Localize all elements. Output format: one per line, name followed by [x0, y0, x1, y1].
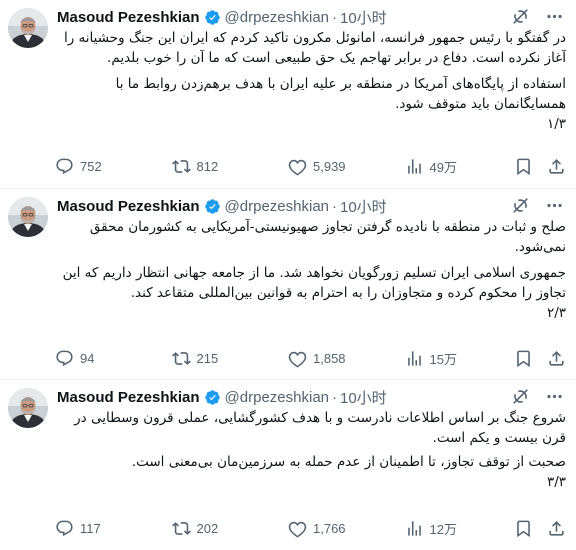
like-count: 5,939: [313, 158, 346, 174]
timestamp[interactable]: 10小时: [340, 387, 387, 408]
tweet-paragraph: صلح و ثبات در منطقه با نادیده گرفتن تجاو…: [89, 219, 566, 255]
views-icon: [405, 349, 424, 368]
reply-icon: [55, 349, 74, 368]
bookmark-icon[interactable]: [514, 349, 533, 368]
repost-icon: [172, 157, 191, 176]
repost-icon: [172, 519, 191, 538]
tweet-header: Masoud Pezeshkian @drpezeshkian · 10小时: [57, 386, 532, 408]
tweet[interactable]: Masoud Pezeshkian @drpezeshkian · 10小时 ص…: [0, 189, 576, 380]
tweet-paragraph: صحبت از توقف تجاوز، تا اطمینان از عدم حم…: [131, 454, 566, 470]
tweet-header: Masoud Pezeshkian @drpezeshkian · 10小时: [57, 6, 532, 28]
tweet[interactable]: Masoud Pezeshkian @drpezeshkian · 10小时 د…: [0, 0, 576, 189]
separator: ·: [332, 197, 337, 215]
reply-button[interactable]: 752: [55, 157, 172, 176]
tweet-text: در گفتگو با رئیس جمهور فرانسه، امانوئل م…: [57, 28, 566, 134]
reply-count: 94: [80, 350, 95, 366]
tweet-text: شروع جنگ بر اساس اطلاعات نادرست و با هدف…: [57, 408, 566, 492]
tweet-paragraph: در گفتگو با رئیس جمهور فرانسه، امانوئل م…: [63, 30, 566, 66]
bookmark-icon[interactable]: [514, 519, 533, 538]
like-icon: [288, 519, 307, 538]
views-count: 49万: [429, 159, 457, 175]
grok-button[interactable]: [508, 193, 532, 217]
timestamp[interactable]: 10小时: [340, 7, 387, 28]
views-button[interactable]: 49万: [405, 157, 515, 176]
separator: ·: [332, 8, 337, 26]
grok-icon: [511, 387, 530, 406]
more-button[interactable]: [542, 193, 566, 217]
repost-icon: [172, 349, 191, 368]
action-bar: 94 215 1,858 15万: [55, 347, 566, 369]
more-icon: [545, 7, 564, 26]
thread-index: ۲/۳: [546, 305, 566, 321]
tweet-paragraph: استفاده از پایگاه‌های آمریکا در منطقه بر…: [115, 76, 566, 112]
more-button[interactable]: [542, 384, 566, 408]
like-icon: [288, 157, 307, 176]
reply-button[interactable]: 94: [55, 349, 172, 368]
more-icon: [545, 387, 564, 406]
views-icon: [405, 519, 424, 538]
author-handle[interactable]: @drpezeshkian: [225, 9, 329, 26]
avatar-image: [8, 388, 48, 428]
grok-icon: [511, 7, 530, 26]
reply-icon: [55, 519, 74, 538]
author-handle[interactable]: @drpezeshkian: [225, 389, 329, 406]
views-button[interactable]: 15万: [405, 349, 515, 368]
share-icon[interactable]: [547, 349, 566, 368]
repost-count: 215: [196, 350, 219, 366]
avatar-image: [8, 197, 48, 237]
share-icon[interactable]: [547, 157, 566, 176]
views-count: 12万: [429, 521, 457, 537]
author-name[interactable]: Masoud Pezeshkian: [57, 198, 200, 215]
author-name[interactable]: Masoud Pezeshkian: [57, 9, 200, 26]
like-button[interactable]: 1,858: [288, 349, 405, 368]
like-button[interactable]: 1,766: [288, 519, 405, 538]
repost-count: 202: [196, 520, 219, 536]
thread-index: ۱/۳: [546, 116, 566, 132]
avatar[interactable]: [8, 8, 48, 48]
avatar[interactable]: [8, 197, 48, 237]
author-handle[interactable]: @drpezeshkian: [225, 198, 329, 215]
separator: ·: [332, 388, 337, 406]
tweet-paragraph: شروع جنگ بر اساس اطلاعات نادرست و با هدف…: [74, 410, 566, 446]
repost-button[interactable]: 202: [172, 519, 289, 538]
verified-badge-icon: [204, 9, 221, 26]
like-icon: [288, 349, 307, 368]
action-bar: 117 202 1,766 12万: [55, 517, 566, 539]
repost-button[interactable]: 812: [172, 157, 289, 176]
author-name[interactable]: Masoud Pezeshkian: [57, 389, 200, 406]
views-button[interactable]: 12万: [405, 519, 515, 538]
thread-index: ۳/۳: [546, 474, 566, 490]
repost-count: 812: [196, 158, 219, 174]
grok-icon: [511, 196, 530, 215]
verified-badge-icon: [204, 198, 221, 215]
grok-button[interactable]: [508, 4, 532, 28]
reply-count: 752: [80, 158, 102, 174]
repost-button[interactable]: 215: [172, 349, 289, 368]
tweet-text: صلح و ثبات در منطقه با نادیده گرفتن تجاو…: [57, 217, 566, 323]
tweet[interactable]: Masoud Pezeshkian @drpezeshkian · 10小时 ش…: [0, 380, 576, 550]
views-icon: [405, 157, 424, 176]
reply-icon: [55, 157, 74, 176]
tweet-paragraph: جمهوری اسلامی ایران تسلیم زورگویان نخواه…: [62, 265, 566, 301]
like-count: 1,766: [313, 520, 346, 536]
like-count: 1,858: [313, 350, 346, 366]
share-icon[interactable]: [547, 519, 566, 538]
more-icon: [545, 196, 564, 215]
avatar-image: [8, 8, 48, 48]
like-button[interactable]: 5,939: [288, 157, 405, 176]
timestamp[interactable]: 10小时: [340, 196, 387, 217]
views-count: 15万: [429, 351, 457, 367]
reply-button[interactable]: 117: [55, 519, 172, 538]
verified-badge-icon: [204, 389, 221, 406]
avatar[interactable]: [8, 388, 48, 428]
grok-button[interactable]: [508, 384, 532, 408]
bookmark-icon[interactable]: [514, 157, 533, 176]
more-button[interactable]: [542, 4, 566, 28]
action-bar: 752 812 5,939 49万: [55, 155, 566, 177]
tweet-header: Masoud Pezeshkian @drpezeshkian · 10小时: [57, 195, 532, 217]
reply-count: 117: [80, 520, 101, 536]
